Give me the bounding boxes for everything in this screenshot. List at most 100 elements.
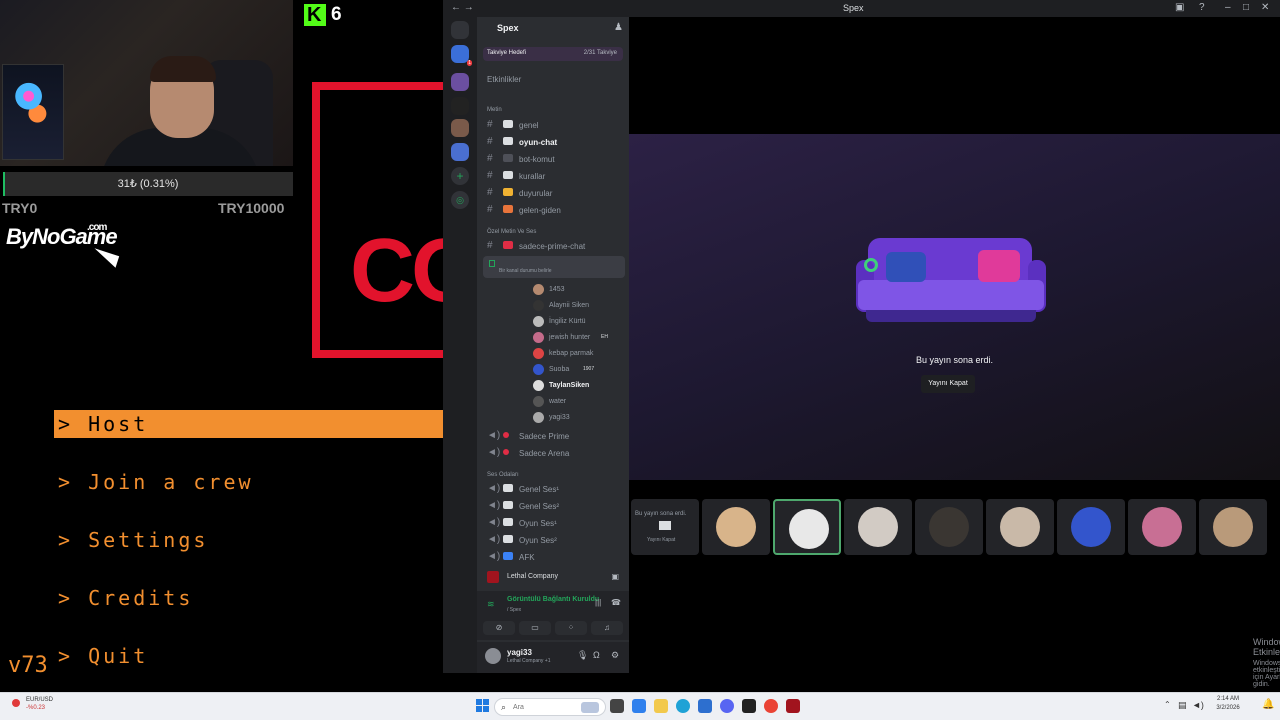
help-icon[interactable]: ? xyxy=(1199,2,1205,13)
game-app-icon[interactable] xyxy=(742,699,756,713)
voice-channel-oyun-2[interactable]: ◄) Oyun Ses² xyxy=(487,533,623,547)
menu-item-join-crew[interactable]: > Join a crew xyxy=(58,470,254,494)
store-icon[interactable] xyxy=(698,699,712,713)
invite-people-icon[interactable]: ♟ xyxy=(614,22,623,33)
menu-item-settings[interactable]: > Settings xyxy=(58,528,208,552)
server-header[interactable]: Spex ♟ xyxy=(477,17,629,41)
menu-item-credits[interactable]: > Credits xyxy=(58,586,193,610)
server-icon[interactable] xyxy=(451,97,469,115)
menu-item-quit[interactable]: > Quit xyxy=(58,644,148,668)
channel-status-placeholder[interactable]: Bir kanal durumu belirle xyxy=(499,268,552,274)
screen-share-icon[interactable]: ▭ xyxy=(519,621,551,635)
category-private-voice[interactable]: Özel Metin Ve Ses xyxy=(487,229,536,235)
channel-gelen-giden[interactable]: # gelen-giden xyxy=(487,203,623,217)
noise-suppression-icon[interactable]: ||| xyxy=(595,598,601,607)
participant-tile[interactable] xyxy=(844,499,912,555)
category-voice-rooms[interactable]: Ses Odaları xyxy=(487,472,519,478)
close-stream-button[interactable]: Yayını Kapat xyxy=(921,375,975,393)
lethal-company-icon xyxy=(487,571,499,583)
voice-channel-genel-1[interactable]: ◄) Genel Ses¹ xyxy=(487,482,623,496)
settings-gear-icon[interactable]: ⚙ xyxy=(611,650,619,661)
voice-member[interactable]: yagi33 xyxy=(533,411,629,424)
headphones-icon[interactable]: Ω xyxy=(593,650,600,660)
taskbar-clock[interactable]: 2:14 AM 3/2/2026 xyxy=(1208,695,1248,713)
server-icon[interactable] xyxy=(451,143,469,161)
participant-tile[interactable] xyxy=(1057,499,1125,555)
inbox-icon[interactable]: ▣ xyxy=(1175,2,1184,13)
voice-channel-live[interactable]: Bir kanal durumu belirle xyxy=(483,256,625,278)
stock-ticker-widget[interactable]: EUR/USD -%0.23 xyxy=(4,697,64,717)
channel-sadece-prime-chat[interactable]: # sadece-prime-chat xyxy=(487,239,623,253)
channel-oyun-chat[interactable]: # oyun-chat xyxy=(487,135,623,149)
server-icon[interactable] xyxy=(451,73,469,91)
voice-member[interactable]: Suoba 1907 xyxy=(533,363,629,376)
network-icon[interactable]: ▤ xyxy=(1178,700,1187,711)
category-text[interactable]: Metin xyxy=(487,107,502,113)
discord-home-icon[interactable] xyxy=(451,21,469,39)
discover-icon[interactable]: ◎ xyxy=(451,191,469,209)
voice-member[interactable]: water xyxy=(533,395,629,408)
participant-tile[interactable] xyxy=(1199,499,1267,555)
server-icon[interactable] xyxy=(451,119,469,137)
channel-bot-komut[interactable]: # bot-komut xyxy=(487,152,623,166)
channel-duyurular[interactable]: # duyurular xyxy=(487,186,623,200)
voice-member[interactable]: 1453 xyxy=(533,283,629,296)
minimize-icon[interactable]: – xyxy=(1225,2,1231,13)
streamer-hair xyxy=(150,56,216,82)
stream-tile[interactable]: Bu yayın sona erdi. Yayını Kapat xyxy=(631,499,699,555)
disconnect-icon[interactable]: ☎ xyxy=(611,598,621,607)
voice-member[interactable]: kebap parmak xyxy=(533,347,629,360)
add-server-icon[interactable]: + xyxy=(451,167,469,185)
voice-channel-sadece-arena[interactable]: ◄) Sadece Arena xyxy=(487,446,623,460)
volume-icon[interactable]: ◄) xyxy=(1192,700,1204,710)
game-activity[interactable]: Lethal Company ▣ xyxy=(477,568,629,586)
user-avatar[interactable] xyxy=(485,648,501,664)
events-link[interactable]: Etkinlikler xyxy=(487,75,521,84)
voice-channel-afk[interactable]: ◄) AFK xyxy=(487,550,623,564)
edge-icon[interactable] xyxy=(676,699,690,713)
channel-genel[interactable]: # genel xyxy=(487,118,623,132)
avatar xyxy=(533,284,544,295)
task-view-icon[interactable] xyxy=(610,699,624,713)
voice-connection-channel[interactable]: / Spex xyxy=(507,607,521,613)
voice-connection-title[interactable]: Görüntülü Bağlantı Kuruldu xyxy=(507,596,599,603)
voice-member[interactable]: TaylanSiken xyxy=(533,379,629,392)
voice-channel-genel-2[interactable]: ◄) Genel Ses² xyxy=(487,499,623,513)
voice-channel-sadece-prime[interactable]: ◄) Sadece Prime xyxy=(487,429,623,443)
search-input[interactable] xyxy=(513,701,573,714)
participant-tiles: Bu yayın sona erdi. Yayını Kapat xyxy=(629,499,1280,555)
taskbar-search[interactable]: ⌕ xyxy=(494,698,606,716)
camera-off-icon[interactable]: ⊘ xyxy=(483,621,515,635)
participant-tile[interactable] xyxy=(702,499,770,555)
back-forward-icon[interactable]: ← → xyxy=(451,2,474,13)
voice-member[interactable]: jewish hunter EH xyxy=(533,331,629,344)
participant-tile[interactable] xyxy=(915,499,983,555)
channel-kurallar[interactable]: # kurallar xyxy=(487,169,623,183)
maximize-icon[interactable]: □ xyxy=(1243,2,1249,13)
widgets-icon[interactable] xyxy=(632,699,646,713)
participant-tile[interactable] xyxy=(1128,499,1196,555)
microphone-icon[interactable]: 🎙 xyxy=(577,650,588,661)
participant-tile[interactable] xyxy=(773,499,841,555)
notification-bell-icon[interactable]: 🔔 xyxy=(1262,699,1274,710)
chrome-icon[interactable] xyxy=(764,699,778,713)
couch-seat xyxy=(858,280,1044,310)
soundboard-icon[interactable]: ♫ xyxy=(591,621,623,635)
user-name[interactable]: yagi33 xyxy=(507,648,532,657)
participant-tile[interactable] xyxy=(986,499,1054,555)
avatar xyxy=(789,509,829,549)
start-button[interactable] xyxy=(476,699,490,713)
lethal-company-taskbar-icon[interactable] xyxy=(786,699,800,713)
chevron-up-icon[interactable]: ⌃ xyxy=(1164,700,1171,709)
activities-icon[interactable]: ⁘ xyxy=(555,621,587,635)
close-icon[interactable]: ✕ xyxy=(1261,2,1269,13)
voice-member[interactable]: İngiliz Kürtü xyxy=(533,315,629,328)
voice-channel-oyun-1[interactable]: ◄) Oyun Ses¹ xyxy=(487,516,623,530)
server-icon[interactable]: 1 xyxy=(451,45,472,66)
discord-icon[interactable] xyxy=(720,699,734,713)
activity-share-icon[interactable]: ▣ xyxy=(611,572,619,581)
menu-item-host[interactable]: > Host xyxy=(54,410,443,438)
voice-member[interactable]: Alaynii Siken xyxy=(533,299,629,312)
file-explorer-icon[interactable] xyxy=(654,699,668,713)
boost-goal[interactable]: Takviye Hedefi 2/31 Takviye xyxy=(483,47,623,61)
